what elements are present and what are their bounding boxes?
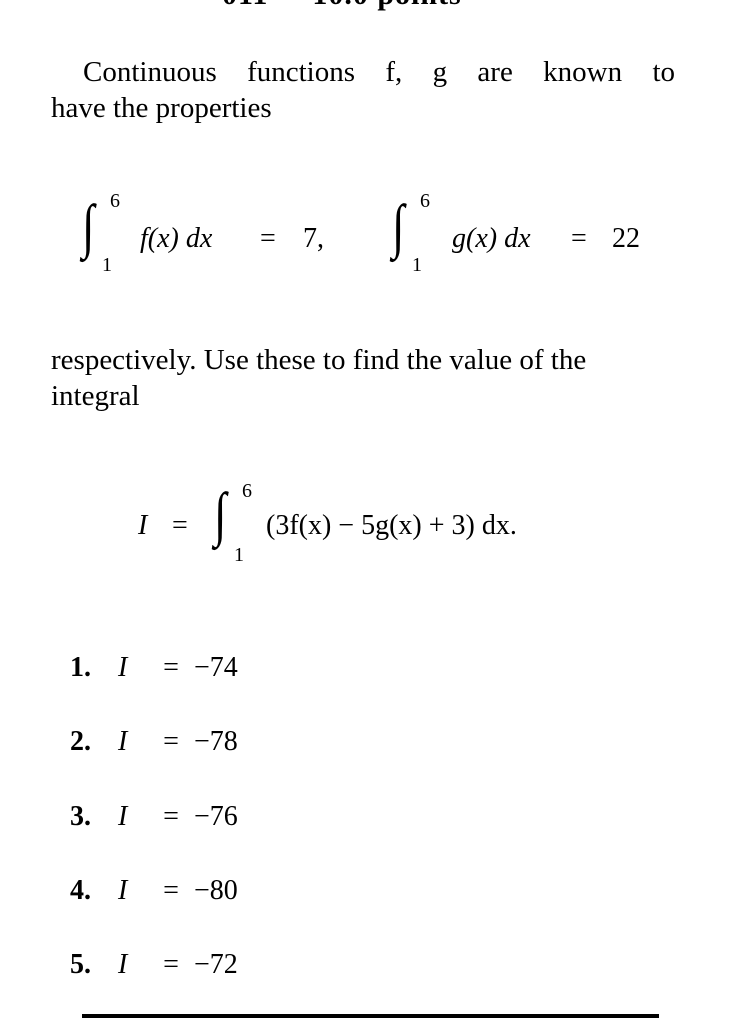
given-integral-g: ∫ 6 1 g(x) dx = 22	[390, 190, 660, 290]
choice-number: 2.	[70, 726, 91, 757]
choice-equals: =	[163, 801, 179, 832]
choice-number: 5.	[70, 949, 91, 980]
problem-middle-text: respectively. Use these to find the valu…	[51, 342, 675, 414]
upper-limit: 6	[110, 190, 120, 212]
choice-lhs: I	[118, 726, 128, 757]
integral-value: 22	[612, 223, 640, 254]
upper-limit: 6	[420, 190, 430, 212]
integral-sign-icon: ∫	[392, 193, 405, 259]
choice-equals: =	[163, 652, 179, 683]
choice-value: −80	[194, 875, 238, 906]
integral-sign-icon: ∫	[214, 481, 227, 547]
choice-value: −74	[194, 652, 238, 683]
answer-choice-5[interactable]: 5. I = −72	[70, 949, 238, 981]
problem-intro: Continuous functions f, g are known to h…	[51, 54, 675, 126]
choice-number: 4.	[70, 875, 91, 906]
lower-limit: 1	[412, 254, 422, 276]
integrand: (3f(x) − 5g(x) + 3) dx.	[266, 510, 517, 541]
choice-number: 3.	[70, 801, 91, 832]
choice-equals: =	[163, 875, 179, 906]
mid-line-1: respectively. Use these to find the valu…	[51, 344, 587, 376]
choice-value: −76	[194, 801, 238, 832]
integral-sign-icon: ∫	[82, 193, 95, 259]
question-number: 011	[222, 0, 268, 11]
choice-lhs: I	[118, 949, 128, 980]
given-integral-f: ∫ 6 1 f(x) dx = 7,	[80, 190, 340, 290]
choice-number: 1.	[70, 652, 91, 683]
choice-value: −72	[194, 949, 238, 980]
section-divider	[82, 1014, 659, 1018]
equals-sign: =	[260, 223, 276, 254]
equals-sign: =	[172, 510, 188, 541]
choice-lhs: I	[118, 652, 128, 683]
choice-lhs: I	[118, 801, 128, 832]
lower-limit: 1	[234, 544, 244, 566]
choice-equals: =	[163, 949, 179, 980]
mid-line-2: integral	[51, 380, 140, 412]
lower-limit: 1	[102, 254, 112, 276]
question-header: 011 10.0 points	[222, 0, 462, 12]
integrand: f(x) dx	[140, 223, 213, 254]
choice-lhs: I	[118, 875, 128, 906]
answer-choice-3[interactable]: 3. I = −76	[70, 801, 238, 833]
answer-choice-2[interactable]: 2. I = −78	[70, 726, 238, 758]
integral-value: 7,	[303, 223, 324, 254]
question-points: 10.0 points	[312, 0, 461, 11]
integrand: g(x) dx	[452, 223, 531, 254]
integral-lhs: I	[138, 510, 148, 541]
answer-choice-1[interactable]: 1. I = −74	[70, 652, 238, 684]
intro-line-2: have the properties	[51, 92, 272, 124]
equals-sign: =	[571, 223, 587, 254]
intro-line-1: Continuous functions f, g are known to	[83, 56, 675, 88]
answer-choice-4[interactable]: 4. I = −80	[70, 875, 238, 907]
target-integral: I = ∫ 6 1 (3f(x) − 5g(x) + 3) dx.	[138, 480, 608, 580]
choice-value: −78	[194, 726, 238, 757]
upper-limit: 6	[242, 480, 252, 502]
choice-equals: =	[163, 726, 179, 757]
